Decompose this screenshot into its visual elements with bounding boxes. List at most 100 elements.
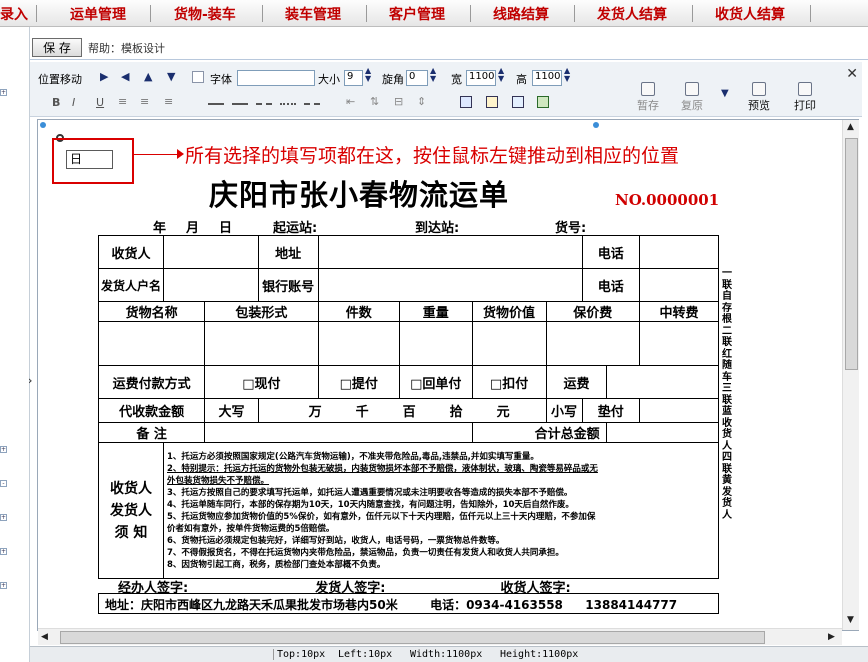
line-solid-thick-icon[interactable]	[232, 103, 248, 105]
preview-label: 预览	[748, 99, 770, 112]
date-field[interactable]: 日	[66, 150, 113, 169]
temp-save-label: 暂存	[637, 99, 659, 112]
pay-deduct-checkbox[interactable]: □扣付	[471, 365, 547, 399]
restore-button[interactable]: 复原	[677, 82, 707, 113]
col-value: 货物价值	[471, 301, 547, 322]
year-label: 年	[153, 221, 167, 236]
size-input[interactable]: 9	[344, 70, 363, 86]
phone-label-2: 电话	[581, 268, 640, 302]
save-button[interactable]: 保 存	[32, 38, 82, 57]
xiaoxie-label: 小写	[545, 398, 583, 423]
form-number: NO.0000001	[615, 191, 720, 209]
line-solid-icon[interactable]	[208, 103, 224, 105]
same-size-icon[interactable]: ⊟	[394, 95, 403, 108]
receiver-label: 收货人	[97, 235, 165, 269]
tree-expand-icon[interactable]: +	[0, 514, 7, 521]
align-top-icon[interactable]: ⇤	[346, 95, 355, 108]
pay-pickup-checkbox[interactable]: □提付	[317, 365, 400, 399]
rotate-spinner-icon[interactable]: ▲ ▼	[430, 67, 436, 83]
scroll-up-icon[interactable]: ▲	[847, 122, 854, 132]
tree-expand-icon[interactable]: +	[0, 548, 7, 555]
size-spinner-icon[interactable]: ▲ ▼	[365, 67, 371, 83]
copies-vertical-text: 一联自存根 二联红随车 三联蓝收货人 四联黄发货人	[722, 268, 732, 521]
col-pieces: 件数	[317, 301, 400, 322]
same-height-icon[interactable]: ⇕	[417, 95, 426, 108]
cod-label: 代收款金额	[97, 398, 206, 423]
scroll-right-icon[interactable]: ▶	[828, 632, 835, 642]
col-weight: 重量	[398, 301, 473, 322]
preview-button[interactable]: 预览	[744, 82, 774, 113]
align-middle-icon[interactable]: ⇅	[370, 95, 379, 108]
insurance-cell	[545, 321, 640, 366]
horizontal-scrollbar[interactable]: ◀ ▶	[38, 628, 842, 645]
move-left-icon[interactable]: ◀	[121, 70, 129, 83]
copy-icon[interactable]	[460, 96, 472, 108]
notice-line: 外包装货物损失不予赔偿。	[167, 475, 270, 486]
scroll-down-icon[interactable]: ▼	[847, 615, 854, 625]
book-icon[interactable]	[537, 96, 549, 108]
nav-item-loading[interactable]: 货物-装车	[174, 4, 236, 24]
remarks-cell	[204, 422, 473, 443]
move-up-icon[interactable]: ▲	[144, 70, 152, 83]
nav-separator	[470, 5, 471, 22]
notice-line: 8、因货物引起工商，税务，质检部门查处本部概不负责。	[167, 559, 386, 570]
action-bar: 保 存 帮助：模板设计	[30, 34, 868, 60]
nav-item-route-settle[interactable]: 线路结算	[493, 4, 549, 24]
scroll-left-icon[interactable]: ◀	[41, 632, 48, 642]
move-down-icon[interactable]: ▼	[167, 70, 175, 83]
italic-icon[interactable]: I	[72, 96, 75, 109]
resize-handle[interactable]	[40, 122, 46, 128]
chart-icon[interactable]	[486, 96, 498, 108]
nav-item-waybill[interactable]: 运单管理	[70, 4, 126, 24]
tree-expand-icon[interactable]: +	[0, 89, 7, 96]
nav-item-shipper-settle[interactable]: 发货人结算	[597, 4, 667, 24]
pay-receipt-checkbox[interactable]: □回单付	[398, 365, 473, 399]
notice-line: 6、货物托运必须规定包装完好，详细写好到站，收货人，电话号码，一票货物总件数等。	[167, 535, 505, 546]
rotate-input[interactable]: 0	[406, 70, 428, 86]
line-dotted-icon[interactable]	[280, 103, 296, 105]
width-spinner-icon[interactable]: ▲ ▼	[498, 67, 504, 83]
grid-icon[interactable]	[192, 71, 204, 83]
nav-item-customer[interactable]: 客户管理	[389, 4, 445, 24]
height-label: 高	[516, 73, 527, 86]
width-input[interactable]: 1100	[466, 70, 496, 86]
height-input[interactable]: 1100	[532, 70, 562, 86]
restore-dropdown-icon[interactable]: ▼	[721, 88, 729, 99]
align-center-icon[interactable]: ≡	[140, 95, 149, 108]
tree-expand-icon[interactable]: +	[0, 582, 7, 589]
resize-handle[interactable]	[593, 122, 599, 128]
nav-item-load-manage[interactable]: 装车管理	[285, 4, 341, 24]
vertical-scroll-thumb[interactable]	[845, 138, 858, 370]
status-width: Width:1100px	[410, 649, 483, 660]
payment-method-label: 运费付款方式	[97, 365, 206, 399]
temp-save-button[interactable]: 暂存	[633, 82, 663, 113]
align-right-icon[interactable]: ≡	[164, 95, 173, 108]
tree-collapse-icon[interactable]: -	[0, 480, 7, 487]
underline-icon[interactable]: U	[96, 96, 104, 109]
move-right-icon[interactable]: ▶	[100, 70, 108, 83]
vertical-scrollbar[interactable]: ▲ ▼	[842, 120, 859, 630]
unit-qian: 千	[355, 405, 369, 420]
tree-expand-icon[interactable]: +	[0, 446, 7, 453]
company-phone: 电话：0934-4163558	[430, 598, 563, 612]
font-select[interactable]	[237, 70, 315, 86]
panel-collapse-arrow-icon[interactable]: ›	[28, 374, 32, 387]
line-dashed-icon[interactable]	[256, 103, 272, 105]
align-left-icon[interactable]: ≡	[118, 95, 127, 108]
pieces-cell	[317, 321, 400, 366]
nav-item-entry[interactable]: 录入	[0, 4, 28, 24]
print-button[interactable]: 打印	[790, 82, 820, 113]
shipper-cell	[163, 268, 259, 302]
nav-separator	[692, 5, 693, 22]
close-icon[interactable]: ✕	[846, 66, 858, 82]
horizontal-scroll-thumb[interactable]	[60, 631, 765, 644]
line-dashdot-icon[interactable]	[304, 103, 320, 105]
status-height: Height:1100px	[500, 649, 579, 660]
image-icon[interactable]	[512, 96, 524, 108]
height-spinner-icon[interactable]: ▲ ▼	[564, 67, 570, 83]
nav-separator	[810, 5, 811, 22]
bold-icon[interactable]: B	[52, 96, 60, 109]
nav-item-receiver-settle[interactable]: 收货人结算	[715, 4, 785, 24]
pay-now-checkbox[interactable]: □现付	[204, 365, 319, 399]
col-insurance: 保价费	[545, 301, 640, 322]
